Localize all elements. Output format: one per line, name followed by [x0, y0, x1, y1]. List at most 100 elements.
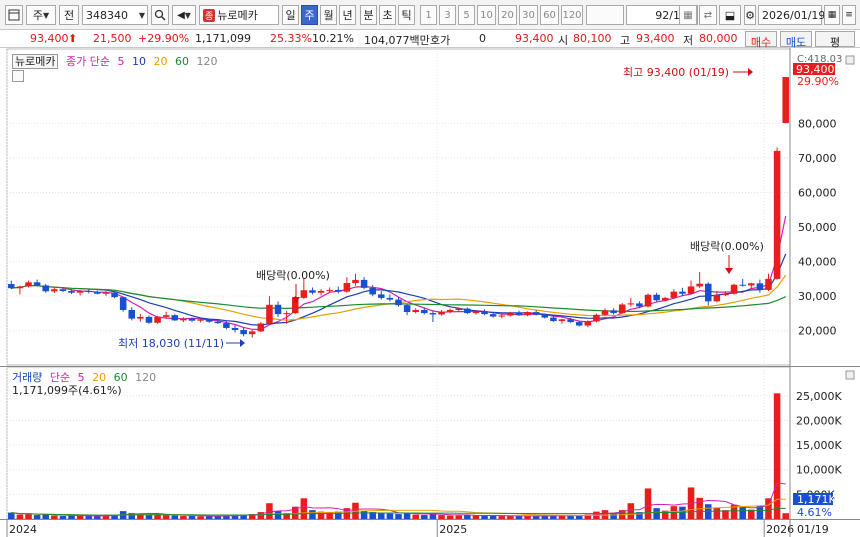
dividend-note-1: 배당락(0.00%) [256, 269, 330, 282]
vol-ma-period-120: 120 [135, 371, 157, 384]
candle-body [137, 316, 144, 319]
candle-body [85, 290, 93, 292]
candle-body [472, 311, 480, 314]
volume-text: 1,171,099주(4.61%) [12, 384, 122, 397]
ma-period-10: 10 [131, 55, 146, 68]
hoga-value: 0 [479, 32, 486, 45]
candle-body [240, 330, 247, 335]
chevron-down-icon: ▼ [184, 10, 191, 20]
save-button[interactable]: ⬓ [719, 5, 741, 25]
interval-1[interactable]: 1 [420, 5, 437, 25]
period-minute[interactable]: 분 [360, 5, 377, 25]
candle-body [550, 317, 557, 322]
candle-body [248, 331, 256, 335]
interval-label: 20 [501, 9, 514, 21]
candle-body [713, 295, 721, 302]
y-tick-label: 80,000 [798, 117, 837, 130]
volume-bar [309, 510, 316, 519]
candle-body [309, 290, 316, 293]
candle-body [593, 314, 600, 322]
settings-button[interactable]: ⚙ [744, 5, 756, 25]
candle-body [532, 312, 540, 315]
candle-body [378, 294, 385, 298]
period-month-label: 월 [323, 9, 334, 22]
interval-60[interactable]: 60 [540, 5, 559, 25]
y-tick-label: 10,000K [796, 464, 842, 477]
market-select[interactable]: 전 [59, 5, 79, 25]
candle-body [412, 309, 419, 313]
trade-amount: 104,077백만 [364, 34, 430, 47]
stock-name-field[interactable]: 종 뉴로메카 [199, 5, 279, 25]
interval-30[interactable]: 30 [519, 5, 538, 25]
period-week-label: 주 [304, 9, 315, 22]
period-tick[interactable]: 틱 [398, 5, 415, 25]
candle-body [68, 290, 75, 293]
period-second-label: 초 [382, 9, 393, 22]
stock-code-input[interactable]: 348340 ▼ [82, 5, 148, 25]
date-input[interactable]: 2026/01/19 [758, 5, 825, 25]
ma-period-60: 60 [174, 55, 189, 68]
candle-body [575, 322, 583, 326]
candle-body [765, 278, 772, 290]
volume-bar [773, 393, 781, 519]
window-menu-button[interactable]: ≡ [842, 5, 856, 25]
candle-body [515, 312, 523, 316]
x-axis-svg: 2024 2025 2026 01/19 [6, 520, 829, 537]
candle-body [636, 303, 643, 307]
candle-body [59, 289, 67, 291]
buy-button[interactable]: 매수 [745, 31, 777, 49]
high-note: 최고 93,400 (01/19) [623, 66, 729, 79]
period-year[interactable]: 년 [339, 5, 356, 25]
interval-label: 60 [543, 9, 556, 21]
volume-bar [627, 503, 635, 519]
stock-code-value: 348340 [86, 8, 128, 22]
chart-layout-icon[interactable] [5, 5, 23, 25]
candle-body [730, 284, 738, 294]
candle-body [154, 316, 161, 323]
sound-button[interactable]: ◀ ▼ [172, 5, 196, 25]
candle-body [128, 309, 136, 319]
price-legend-title: 뉴로메카 [12, 54, 59, 69]
interval-3[interactable]: 3 [439, 5, 456, 25]
candle-body [334, 289, 342, 292]
plot-frame [6, 48, 791, 366]
candle-body [395, 299, 402, 306]
candle-body [696, 283, 703, 287]
low-arrow-head [240, 339, 245, 347]
candle-body [644, 294, 652, 307]
volume-bar [653, 508, 660, 519]
volume-panel[interactable]: 25,000K20,000K15,000K10,000K5,000K1,171K… [0, 366, 860, 520]
candle-body [704, 283, 712, 302]
price-panel[interactable]: 80,000 70,000 60,000 50,000 40,000 30,000 20,0… [0, 48, 860, 366]
interval-5[interactable]: 5 [458, 5, 475, 25]
interval-custom-input[interactable] [586, 5, 624, 25]
interval-20[interactable]: 20 [498, 5, 517, 25]
compare-icon: ⇄ [703, 9, 713, 21]
interval-10[interactable]: 10 [477, 5, 496, 25]
period-month[interactable]: 월 [320, 5, 337, 25]
candle-body [748, 283, 755, 286]
candle-body [119, 297, 127, 310]
candle-body [76, 290, 84, 293]
period-minute-label: 분 [363, 9, 374, 22]
x-tick-label: 2025 [439, 523, 467, 536]
compare-button[interactable]: ⇄ [699, 5, 717, 25]
grid-button[interactable]: ▦ [679, 5, 697, 25]
calendar-button[interactable]: ▦ [824, 5, 840, 25]
period-day[interactable]: 일 [282, 5, 299, 25]
period-second[interactable]: 초 [379, 5, 396, 25]
interval-120[interactable]: 120 [561, 5, 583, 25]
type-select[interactable]: 주 ▼ [26, 5, 56, 25]
candle-body [369, 287, 376, 295]
sell-button[interactable]: 매도 [780, 31, 812, 49]
candle-body [33, 282, 41, 286]
search-button[interactable] [151, 5, 169, 25]
candle-body [223, 323, 230, 328]
count-value: 92 [655, 8, 670, 22]
candle-body [739, 284, 746, 286]
eval-button[interactable]: 평 [815, 31, 855, 49]
interval-label: 120 [562, 9, 582, 21]
table-toggle-icon[interactable] [12, 70, 24, 82]
y-tick-label: 25,000K [796, 390, 842, 403]
period-week[interactable]: 주 [301, 5, 318, 25]
